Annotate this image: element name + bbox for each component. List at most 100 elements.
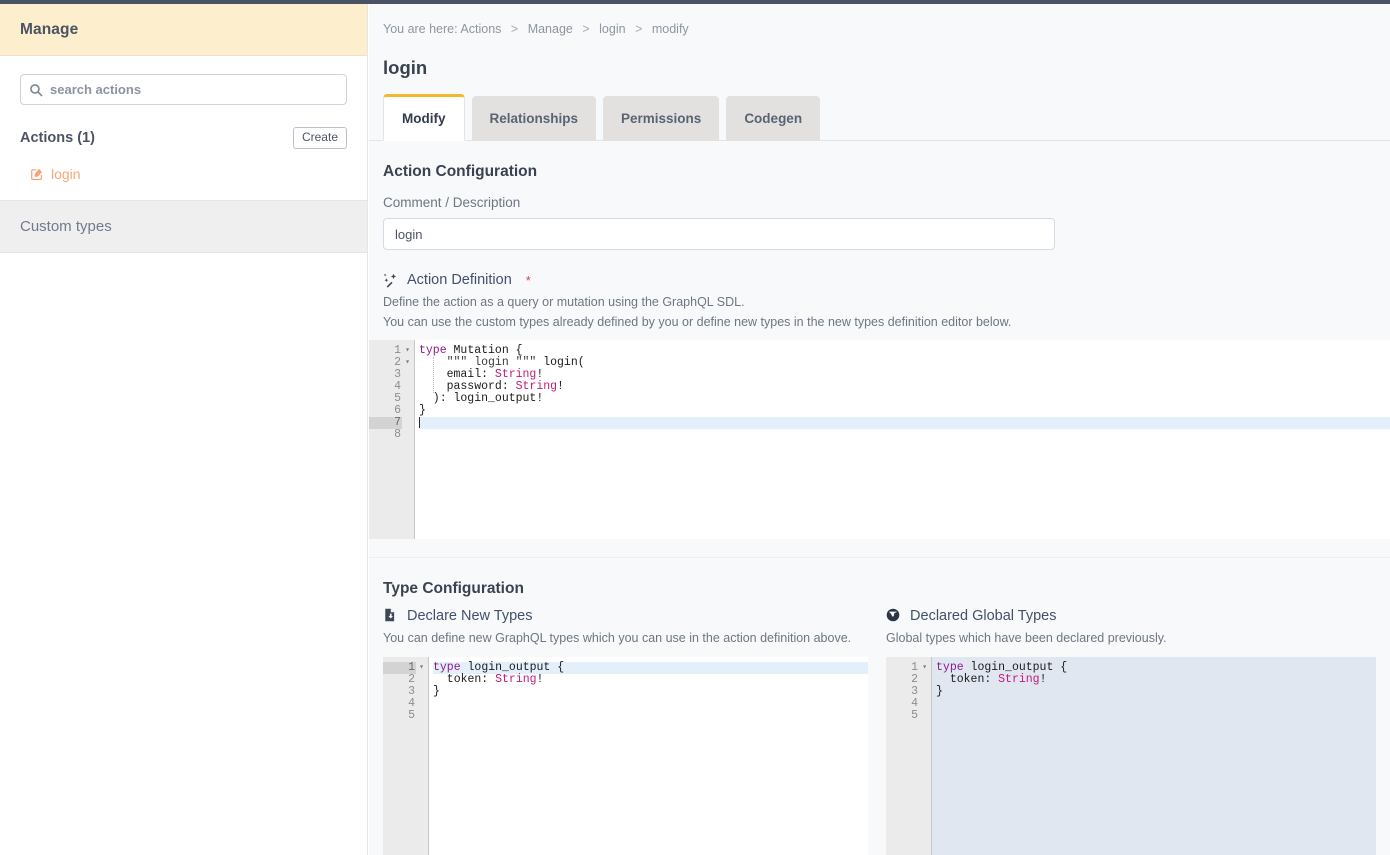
comment-description-label: Comment / Description — [383, 195, 521, 211]
code-token: ! — [557, 379, 564, 393]
actions-header-row: Actions (1) Create — [20, 127, 347, 150]
code-line: """ login """ login( — [419, 355, 1390, 369]
type-configuration-header: Type Configuration — [369, 580, 1390, 598]
code-token: String — [495, 672, 537, 686]
breadcrumb-item-actions[interactable]: Actions — [460, 22, 501, 36]
search-actions-box[interactable] — [20, 74, 347, 105]
sidebar-header-title: Manage — [20, 20, 79, 38]
gutter-line: 1 ▾ — [383, 661, 424, 674]
code-token: String — [998, 672, 1040, 686]
code-token: } — [936, 684, 943, 698]
code-line: ): login_output! — [419, 391, 1390, 405]
gutter-line: 7 — [369, 416, 402, 429]
gutter-line: 1 ▾ — [911, 660, 928, 674]
tab-relationships[interactable]: Relationships — [471, 96, 597, 142]
gutter-line: 4 — [911, 696, 919, 710]
breadcrumb-separator: > — [582, 22, 590, 36]
tab-codegen[interactable]: Codegen — [726, 96, 821, 142]
code-line: password: String! — [419, 379, 1390, 393]
action-definition-label: Action Definition — [407, 272, 512, 289]
type-configuration-title: Type Configuration — [383, 579, 524, 597]
gutter-line: 3 — [394, 367, 401, 381]
code-line — [419, 416, 1390, 429]
action-definition-help-1: Define the action as a query or mutation… — [383, 295, 745, 310]
editor-code-area: type login_output { token: String!} — [931, 656, 1376, 855]
code-token: token: — [433, 672, 496, 686]
tab-codegen-label: Codegen — [744, 111, 803, 127]
code-line: token: String! — [433, 672, 868, 686]
app-root: Manage Actions (1) Create — [0, 0, 1390, 855]
declare-new-types-label: Declare New Types — [407, 607, 533, 624]
file-document-icon — [383, 608, 398, 623]
code-line: email: String! — [419, 368, 1390, 381]
breadcrumb-item-login[interactable]: login — [599, 22, 625, 36]
action-definition-help-2: You can use the custom types already def… — [383, 314, 1012, 329]
sidebar-item-login[interactable]: login — [20, 166, 347, 182]
breadcrumb-separator: > — [510, 22, 519, 36]
breadcrumb-item-manage[interactable]: Manage — [528, 22, 573, 36]
editor-code-area[interactable]: type Mutation { """ login """ login( ema… — [414, 339, 1390, 539]
sidebar-item-custom-types[interactable]: Custom types — [0, 200, 367, 254]
tab-modify[interactable]: Modify — [383, 94, 465, 142]
action-definition-editor[interactable]: 1 ▾ 2 ▾ 3 4 5 6 7 8 type Mutation { """ login """… — [369, 339, 1390, 539]
code-line: token: String! — [936, 672, 1376, 686]
gutter-line: 5 — [911, 708, 919, 722]
declare-new-types-column: Declare New Types You can define new Gra… — [383, 598, 869, 855]
type-configuration-section: Type Configuration Declare New Types You… — [369, 556, 1390, 855]
code-line: } — [433, 684, 868, 698]
gutter-line: 6 — [394, 403, 401, 417]
create-action-button[interactable]: Create — [292, 127, 347, 150]
indent-guide — [433, 356, 434, 393]
code-token: } — [419, 403, 426, 417]
comment-description-input[interactable] — [383, 218, 1055, 251]
declared-global-types-editor: 1 ▾ 2 3 4 5 type login_output { token: String… — [886, 656, 1376, 855]
sidebar-header: Manage — [0, 4, 367, 56]
code-token: ! — [1039, 672, 1047, 686]
page-title: login — [383, 57, 428, 79]
breadcrumb-item-modify: modify — [651, 22, 689, 36]
fold-arrow-icon[interactable]: ▾ — [416, 662, 424, 674]
actions-list: login — [20, 166, 347, 200]
search-input[interactable] — [50, 82, 338, 97]
code-line: } — [419, 403, 1390, 417]
editor-gutter-spacer — [405, 339, 414, 539]
gutter-line: 4 — [394, 379, 401, 393]
breadcrumb-separator: > — [635, 22, 643, 36]
tab-modify-label: Modify — [402, 111, 446, 127]
code-token: } — [433, 684, 440, 698]
fold-arrow-icon[interactable]: ▾ — [919, 662, 927, 674]
editor-gutter-spacer — [922, 656, 932, 855]
editor-code-area[interactable]: type login_output { token: String!} — [428, 656, 869, 855]
action-configuration-title: Action Configuration — [383, 163, 538, 181]
code-token: ): login_output! — [419, 391, 544, 405]
tab-permissions[interactable]: Permissions — [603, 96, 720, 142]
fold-arrow-icon[interactable]: ▾ — [402, 345, 410, 357]
globe-icon — [886, 608, 901, 623]
declared-global-types-help: Global types which have been declared pr… — [886, 630, 1167, 645]
declare-new-types-editor[interactable]: 1 ▾ 2 3 4 5 type login_output { token: String… — [383, 656, 869, 855]
breadcrumb: You are here: Actions > Manage > login >… — [369, 4, 1390, 36]
gutter-line: 2 — [408, 672, 415, 686]
code-token: login( — [536, 355, 585, 369]
action-configuration-section: Action Configuration Comment / Descripti… — [369, 163, 1390, 330]
tab-bar: Modify Relationships Permissions Codegen — [369, 93, 1390, 142]
sidebar-body: Actions (1) Create login — [0, 56, 367, 201]
sidebar: Manage Actions (1) Create — [0, 4, 368, 855]
editor-gutter: 1 ▾ 2 3 4 5 — [886, 656, 928, 855]
search-icon — [29, 83, 43, 97]
breadcrumb-prefix: You are here: — [383, 22, 458, 36]
tab-relationships-label: Relationships — [489, 111, 579, 127]
fold-arrow-icon[interactable]: ▾ — [402, 357, 410, 369]
pencil-square-icon — [30, 167, 44, 181]
editor-gutter: 1 ▾ 2 3 4 5 — [383, 656, 424, 855]
gutter-line: 3 — [911, 684, 919, 698]
actions-count-title: Actions (1) — [20, 130, 95, 147]
code-line: } — [936, 684, 1376, 698]
editor-gutter-spacer — [419, 656, 428, 855]
code-token: ! — [536, 672, 544, 686]
tab-permissions-label: Permissions — [621, 111, 702, 127]
required-indicator: * — [525, 272, 531, 288]
